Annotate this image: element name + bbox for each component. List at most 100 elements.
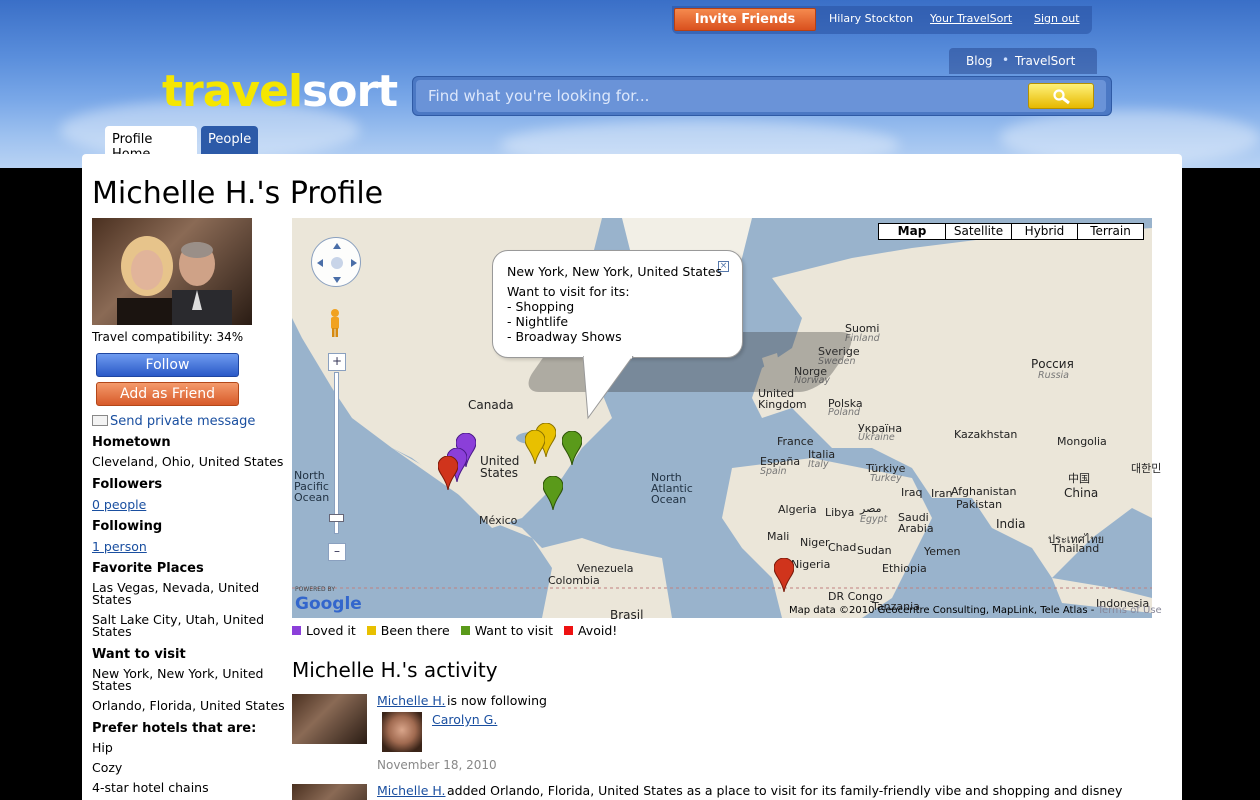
logo-part-travel: travel (162, 66, 303, 117)
activity-target-link[interactable]: Carolyn G. (432, 712, 497, 727)
map-legend: Loved it Been there Want to visit Avoid! (292, 623, 617, 638)
map-type-map-button[interactable]: Map (879, 224, 945, 239)
info-bubble-tail (583, 356, 634, 420)
google-logo-text: Google (295, 594, 362, 614)
map-label: Mali (767, 530, 790, 543)
search-icon (1053, 89, 1070, 105)
map-label: North Atlantic Ocean (651, 471, 693, 506)
map-type-hybrid-button[interactable]: Hybrid (1011, 224, 1077, 239)
map-pin-been-there[interactable] (525, 430, 545, 464)
map-label: China (1064, 486, 1099, 500)
map-label: 中国 (1068, 472, 1090, 485)
activity-avatar[interactable] (292, 694, 367, 744)
legend-label: Been there (380, 623, 450, 638)
following-link[interactable]: 1 person (92, 539, 147, 554)
activity-title: Michelle H.'s activity (292, 658, 498, 682)
hotel-pref-item: Hip (92, 740, 113, 755)
your-travelsort-link[interactable]: Your TravelSort (930, 12, 1012, 25)
street-view-pegman-icon[interactable] (328, 308, 342, 338)
separator-dot: • (1002, 53, 1010, 67)
bubble-item: - Nightlife (507, 314, 569, 329)
send-message-text[interactable]: Send private message (110, 414, 255, 429)
powered-by-text: POWERED BY (295, 586, 336, 593)
map-label: North Pacific Ocean (294, 469, 330, 504)
map-pin-avoid[interactable] (438, 456, 458, 490)
map-label: Niger (800, 536, 830, 549)
follow-button[interactable]: Follow (96, 353, 239, 377)
logo-part-sort: sort (302, 66, 398, 117)
followers-link[interactable]: 0 people (92, 497, 146, 512)
activity-user-link[interactable]: Michelle H. (377, 693, 446, 708)
zoom-out-button[interactable]: – (328, 543, 346, 561)
search-button[interactable] (1028, 83, 1094, 109)
map-label: Saudi Arabia (898, 511, 934, 535)
hotels-heading: Prefer hotels that are: (92, 721, 257, 736)
target-avatar[interactable] (382, 712, 422, 752)
google-logo[interactable]: Google (295, 594, 362, 614)
map-label: Sudan (857, 544, 892, 557)
legend-item: Want to visit (460, 623, 553, 638)
map-pin-avoid[interactable] (774, 558, 794, 592)
favorite-place-item: Las Vegas, Nevada, United States (92, 580, 260, 607)
map-label: India (996, 517, 1026, 531)
map-label: Ukraine (858, 432, 895, 443)
zoom-in-button[interactable]: + (328, 353, 346, 371)
map-label: Россия (1031, 357, 1074, 371)
search-input[interactable] (416, 80, 1106, 112)
legend-item: Avoid! (563, 623, 617, 638)
tab-people[interactable]: People (201, 126, 258, 154)
activity-avatar[interactable] (292, 784, 367, 800)
map-label: Russia (1038, 370, 1069, 381)
map-label: Colombia (548, 574, 600, 587)
map-label: Algeria (778, 503, 817, 516)
terms-of-use-link[interactable]: Terms of Use (1098, 605, 1162, 616)
hometown-value: Cleveland, Ohio, United States (92, 454, 284, 469)
blog-link[interactable]: Blog (966, 54, 993, 68)
map-type-terrain-button[interactable]: Terrain (1077, 224, 1143, 239)
add-friend-button[interactable]: Add as Friend (96, 382, 239, 406)
map-label: Spain (760, 466, 787, 477)
envelope-icon (92, 415, 108, 426)
map-label: 대한민 (1131, 462, 1162, 475)
hotel-pref-item: Cozy (92, 760, 123, 775)
map-type-satellite-button[interactable]: Satellite (945, 224, 1011, 239)
pan-control[interactable] (311, 237, 361, 287)
legend-label: Loved it (306, 623, 356, 638)
legend-swatch-avoid (563, 626, 573, 635)
map-pin-want-to-visit[interactable] (543, 476, 563, 510)
hotel-pref-item: 4-star hotel chains (92, 780, 209, 795)
travel-compatibility: Travel compatibility: 34% (92, 330, 244, 344)
map-label: Iran (931, 487, 953, 500)
hometown-heading: Hometown (92, 435, 171, 450)
map-label: Chad (828, 541, 857, 554)
zoom-slider-handle[interactable] (329, 514, 344, 522)
map-label: Afghanistan (951, 485, 1017, 498)
profile-photo (92, 218, 252, 325)
invite-friends-button[interactable]: Invite Friends (674, 8, 816, 31)
followers-heading: Followers (92, 477, 163, 492)
bubble-item: - Shopping (507, 299, 575, 314)
want-to-visit-item: New York, New York, United States (92, 666, 264, 693)
bubble-heading: Want to visit for its: (507, 284, 630, 299)
map-label: México (479, 514, 518, 527)
travelsort-logo[interactable]: travelsort (162, 66, 398, 118)
zoom-slider-track[interactable] (334, 372, 339, 534)
map-label: Ethiopia (882, 562, 927, 575)
map-data-text: Map data ©2010 Geocentre Consulting, Map… (789, 605, 1095, 616)
legend-item: Loved it (292, 623, 356, 638)
map-label: Italy (808, 459, 829, 470)
travelsort-link[interactable]: TravelSort (1015, 54, 1075, 68)
map-type-selector: Map Satellite Hybrid Terrain (878, 223, 1144, 240)
favorite-place-item: Salt Lake City, Utah, United States (92, 612, 265, 639)
activity-user-link[interactable]: Michelle H. (377, 783, 446, 798)
tab-profile-home[interactable]: Profile Home (105, 126, 197, 162)
map-label: Pakistan (956, 498, 1003, 511)
map-pin-want-to-visit[interactable] (562, 431, 582, 465)
favorite-places-heading: Favorite Places (92, 561, 204, 576)
send-message-link[interactable]: Send private message (92, 414, 255, 429)
map-label: Nigeria (791, 558, 831, 571)
want-to-visit-item: Orlando, Florida, United States (92, 698, 285, 713)
pan-arrows-icon (317, 243, 357, 283)
sign-out-link[interactable]: Sign out (1034, 12, 1080, 25)
map-label: Brasil (610, 608, 644, 622)
